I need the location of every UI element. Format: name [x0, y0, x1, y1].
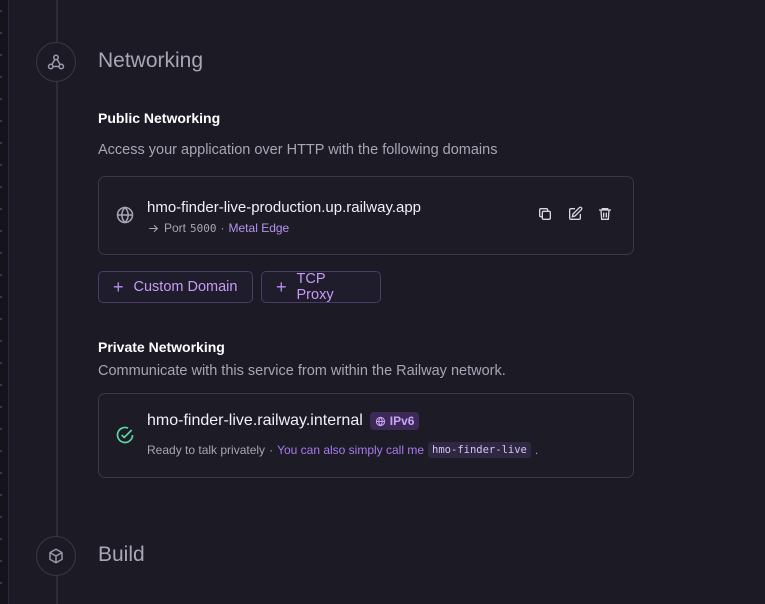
trash-icon[interactable] — [597, 206, 613, 222]
internal-domain-row: hmo-finder-live.railway.internal IPv6 — [147, 412, 420, 430]
private-domain-card: hmo-finder-live.railway.internal IPv6 Re… — [98, 393, 634, 478]
network-icon — [47, 54, 65, 70]
build-section-node — [36, 536, 76, 576]
domain-actions — [537, 206, 613, 222]
add-tcp-proxy-button[interactable]: + TCP Proxy — [261, 271, 381, 303]
globe-icon — [115, 205, 135, 230]
section-title-networking: Networking — [98, 49, 204, 72]
port-label: Port — [164, 221, 187, 235]
public-networking-description: Access your application over HTTP with t… — [98, 142, 498, 158]
private-networking-heading: Private Networking — [98, 339, 225, 355]
status-text: Ready to talk privately — [147, 443, 266, 457]
edit-icon[interactable] — [567, 206, 583, 222]
networking-section-node — [36, 42, 76, 82]
plus-icon: + — [276, 277, 287, 297]
short-name-chip[interactable]: hmo-finder-live — [428, 442, 531, 458]
arrow-right-icon — [149, 224, 159, 232]
ipv6-badge: IPv6 — [369, 412, 420, 430]
copy-icon[interactable] — [537, 206, 553, 222]
ipv6-label: IPv6 — [389, 414, 415, 428]
private-networking-description: Communicate with this service from withi… — [98, 363, 506, 379]
globe-icon — [375, 416, 385, 426]
check-circle-icon — [115, 425, 135, 450]
add-custom-domain-button[interactable]: + Custom Domain — [98, 271, 253, 303]
hint-text: You can also simply call me — [277, 443, 425, 457]
section-title-build: Build — [98, 543, 145, 566]
port-value: 5000 — [190, 221, 217, 235]
left-gutter — [0, 0, 9, 604]
public-domain-card: hmo-finder-live-production.up.railway.ap… — [98, 176, 634, 255]
public-networking-heading: Public Networking — [98, 110, 221, 126]
public-domain-link[interactable]: hmo-finder-live-production.up.railway.ap… — [147, 199, 421, 216]
trailing-period: . — [534, 443, 539, 457]
status-separator: · — [269, 443, 274, 457]
internal-status-row: Ready to talk privately · You can also s… — [147, 442, 538, 458]
internal-domain-name[interactable]: hmo-finder-live.railway.internal — [147, 412, 363, 430]
plus-icon: + — [113, 277, 124, 297]
domain-meta: Port 5000 · Metal Edge — [147, 221, 289, 235]
meta-separator: · — [220, 221, 225, 235]
tcp-proxy-label: TCP Proxy — [296, 271, 334, 303]
cube-icon — [49, 548, 63, 564]
timeline-line — [56, 0, 58, 604]
metal-edge-link[interactable]: Metal Edge — [229, 221, 290, 235]
custom-domain-label: Custom Domain — [133, 279, 238, 295]
